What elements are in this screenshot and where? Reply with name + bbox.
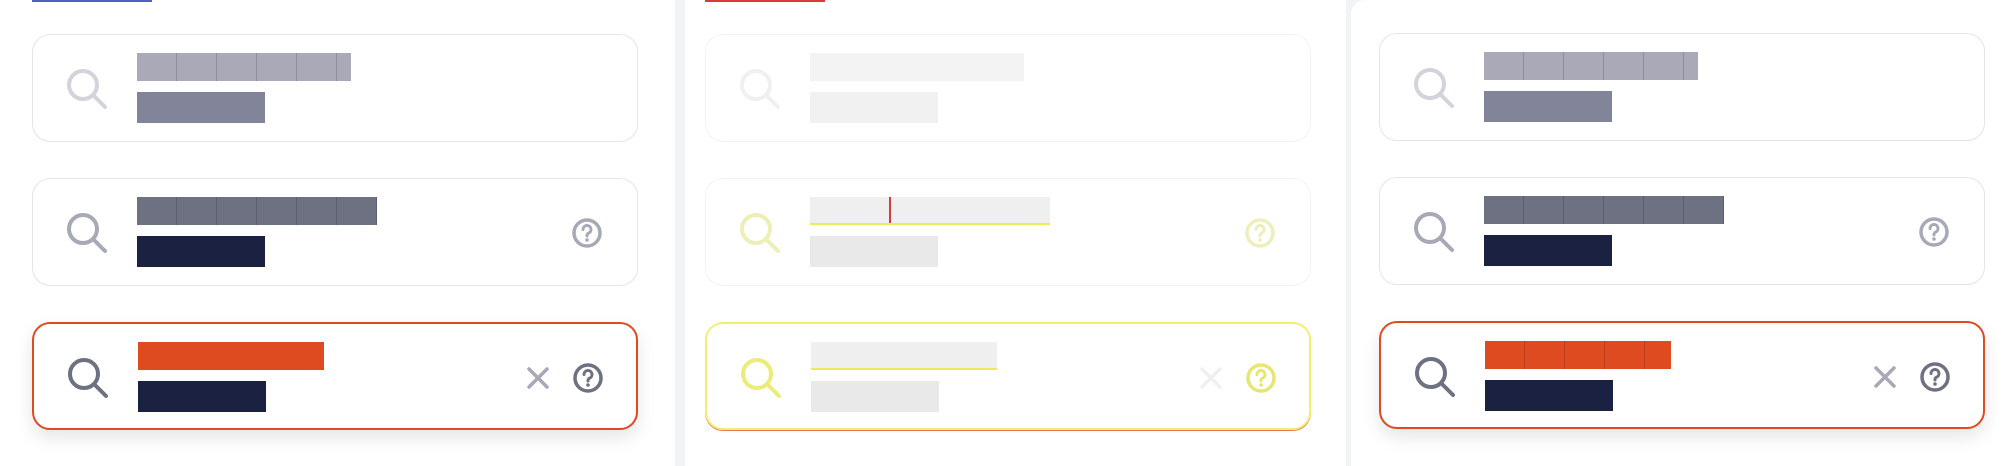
search-label-block: [138, 381, 266, 412]
search-icon: [1414, 212, 1454, 252]
help-circle-icon[interactable]: [1244, 217, 1276, 249]
search-field-active[interactable]: [32, 322, 638, 430]
search-field-with-help[interactable]: [1379, 177, 1985, 285]
help-circle-icon[interactable]: [1245, 362, 1277, 394]
search-label-block: [137, 92, 265, 123]
help-circle-icon[interactable]: [571, 217, 603, 249]
search-icon: [67, 69, 107, 109]
search-field-with-help[interactable]: [705, 178, 1311, 286]
search-placeholder-block: [1484, 196, 1724, 224]
search-input-value-block[interactable]: [811, 342, 997, 370]
search-icon: [67, 213, 107, 253]
search-placeholder-block: [137, 53, 351, 81]
help-circle-icon[interactable]: [1919, 361, 1951, 393]
search-label-block: [1485, 380, 1613, 411]
search-placeholder-block: [1484, 52, 1698, 80]
help-circle-icon[interactable]: [1918, 216, 1950, 248]
help-circle-icon[interactable]: [572, 362, 604, 394]
search-field-with-help[interactable]: [32, 178, 638, 286]
variant-panel-alternate: [1351, 0, 2016, 466]
text-cursor: [889, 197, 891, 223]
search-placeholder-block: [810, 197, 1050, 225]
search-field-empty[interactable]: [32, 34, 638, 142]
search-placeholder-block: [137, 197, 377, 225]
search-icon: [1414, 68, 1454, 108]
close-icon[interactable]: [522, 362, 554, 394]
search-icon: [1415, 357, 1455, 397]
search-icon: [741, 358, 781, 398]
search-placeholder-block: [810, 53, 1024, 81]
tab-indicator: [705, 0, 825, 2]
search-field-active[interactable]: [1379, 321, 1985, 429]
variant-panel-faded: [685, 0, 1346, 466]
close-icon[interactable]: [1195, 362, 1227, 394]
tab-indicator: [32, 0, 152, 2]
search-icon: [740, 213, 780, 253]
search-label-block: [137, 236, 265, 267]
search-icon: [68, 358, 108, 398]
variant-panel-default: [0, 0, 675, 466]
search-icon: [740, 69, 780, 109]
search-label-block: [1484, 91, 1612, 122]
search-field-active[interactable]: [705, 322, 1311, 430]
search-field-empty[interactable]: [1379, 33, 1985, 141]
search-label-block: [810, 92, 938, 123]
search-input-value-block[interactable]: [1485, 341, 1671, 369]
search-label-block: [1484, 235, 1612, 266]
close-icon[interactable]: [1869, 361, 1901, 393]
search-input-value-block[interactable]: [138, 342, 324, 370]
search-label-block: [811, 381, 939, 412]
search-label-block: [810, 236, 938, 267]
search-field-empty[interactable]: [705, 34, 1311, 142]
